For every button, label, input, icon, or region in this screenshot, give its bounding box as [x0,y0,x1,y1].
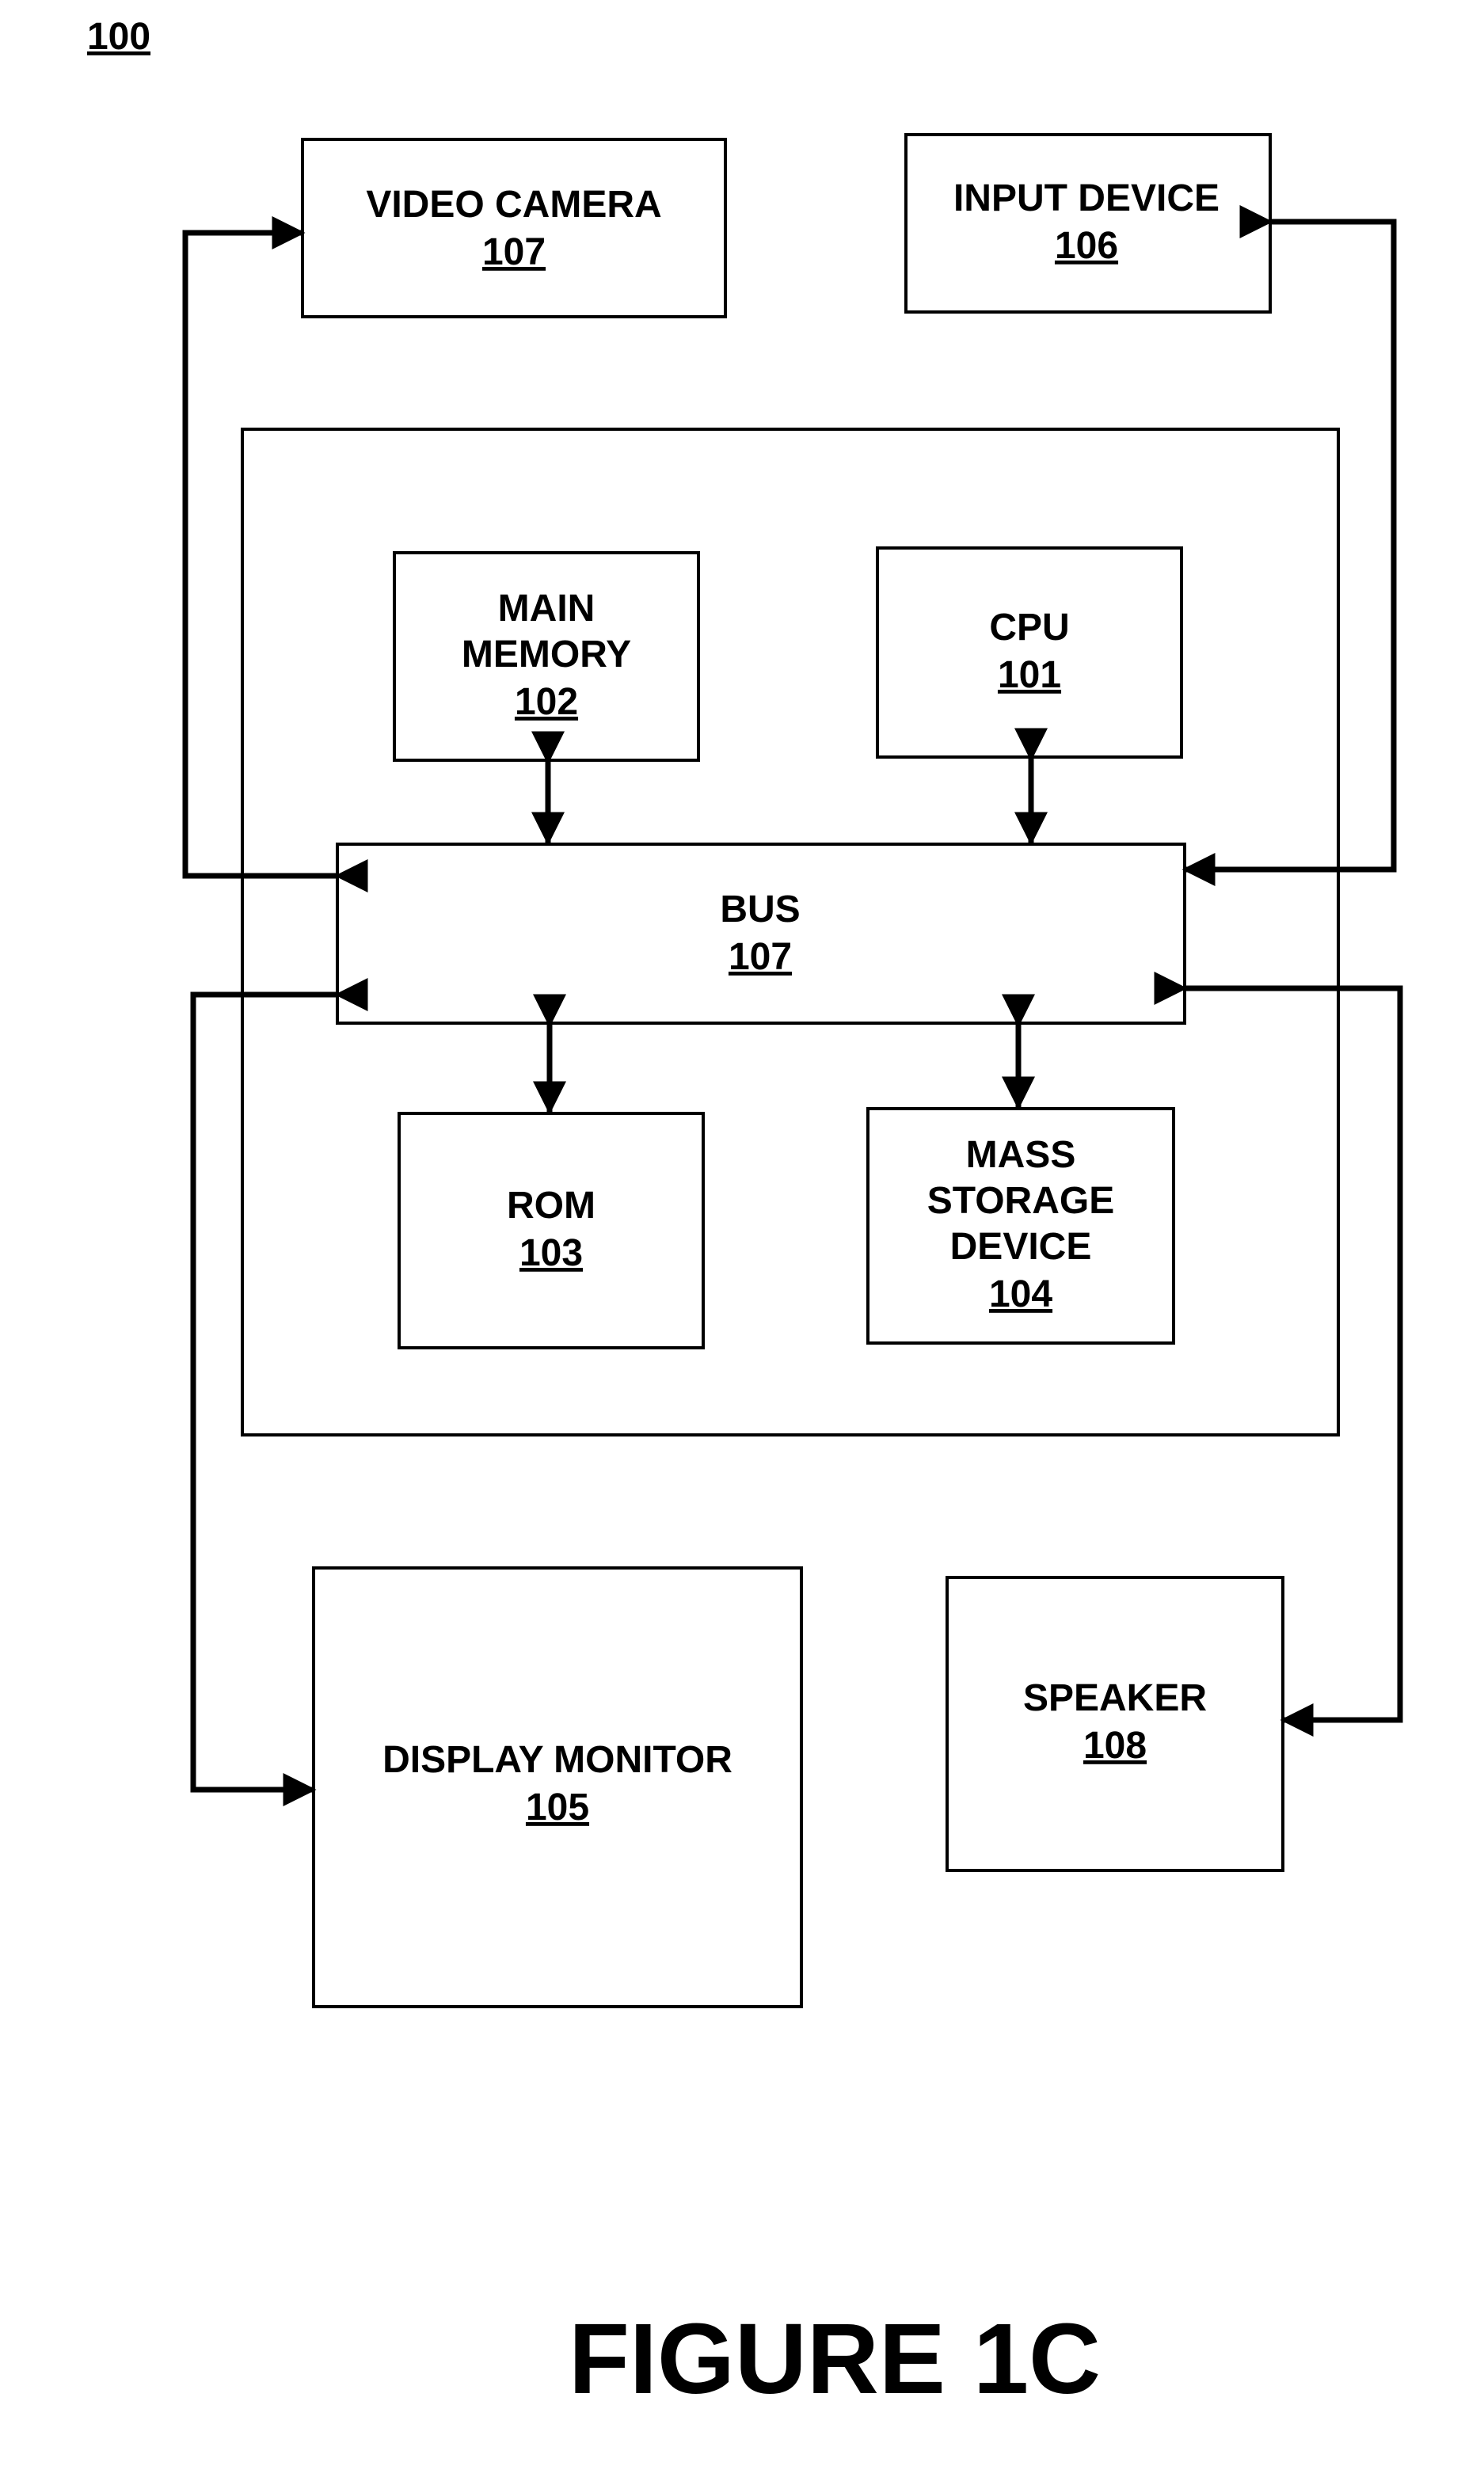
rom-block: ROM 103 [398,1112,705,1349]
cpu-label: CPU [989,607,1069,649]
display-monitor-ref: 105 [526,1787,589,1828]
bus-label: BUS [720,889,800,930]
speaker-ref: 108 [1083,1725,1147,1767]
bus-block: BUS 107 [336,843,1186,1025]
speaker-block: SPEAKER 108 [946,1576,1284,1872]
main-memory-label-line1: MAIN [498,588,596,630]
display-monitor-label: DISPLAY MONITOR [382,1739,732,1781]
connector-input-device-bus [1181,205,1397,886]
main-memory-label-line2: MEMORY [462,634,631,675]
figure-ref-number: 100 [87,16,150,58]
rom-ref: 103 [519,1232,583,1274]
input-device-block: INPUT DEVICE 106 [904,133,1272,314]
input-device-ref: 106 [1055,225,1118,267]
mass-storage-label-line1: MASS [966,1134,1076,1176]
input-device-label: INPUT DEVICE [953,177,1220,219]
mass-storage-ref: 104 [989,1273,1052,1315]
cpu-ref: 101 [998,654,1061,696]
video-camera-block: VIDEO CAMERA 107 [301,138,727,318]
video-camera-label: VIDEO CAMERA [366,184,661,226]
mass-storage-label-line3: DEVICE [950,1226,1092,1268]
figure-caption: FIGURE 1C [569,2303,1101,2414]
bus-ref: 107 [729,936,792,978]
display-monitor-block: DISPLAY MONITOR 105 [312,1566,803,2008]
connector-bus-video-camera [182,216,368,892]
main-memory-block: MAIN MEMORY 102 [393,551,700,762]
mass-storage-label-line2: STORAGE [927,1180,1114,1222]
block-diagram: 100 VIDEO CAMERA 107 INPUT DEVICE 106 MA… [87,16,1403,2414]
speaker-label: SPEAKER [1023,1677,1207,1719]
mass-storage-block: MASS STORAGE DEVICE 104 [866,1107,1175,1345]
main-memory-ref: 102 [515,681,578,723]
video-camera-ref: 107 [482,231,546,273]
rom-label: ROM [507,1185,596,1227]
cpu-block: CPU 101 [876,546,1183,759]
